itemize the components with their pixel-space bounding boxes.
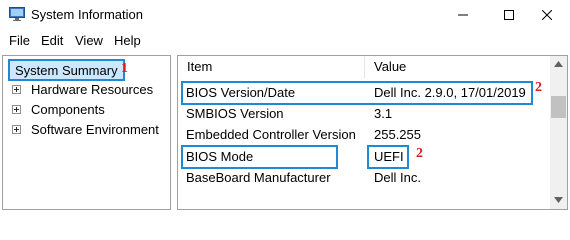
annotation-number: 2 xyxy=(416,146,423,161)
minimize-button[interactable] xyxy=(440,0,486,30)
column-header-value[interactable]: Value xyxy=(365,56,549,78)
value-cell: Dell Inc. xyxy=(374,170,421,185)
title-bar: System Information xyxy=(0,0,570,30)
chevron-up-icon xyxy=(554,61,563,67)
tree-item-label: Software Environment xyxy=(31,122,159,137)
highlight-bios-mode-label xyxy=(181,145,338,169)
minimize-icon xyxy=(458,14,468,16)
monitor-icon xyxy=(9,7,25,21)
table-row[interactable]: Embedded Controller Version 255.255 xyxy=(178,125,549,146)
table-row[interactable]: SMBIOS Version 3.1 xyxy=(178,104,549,125)
column-header-item[interactable]: Item xyxy=(178,56,365,78)
item-cell: Embedded Controller Version xyxy=(186,127,356,142)
category-tree: System Summary Hardware Resources Compon… xyxy=(2,55,171,210)
tree-item-system-summary[interactable]: System Summary xyxy=(8,59,125,81)
chevron-down-icon xyxy=(554,197,563,203)
annotation-number: 2 xyxy=(535,80,542,95)
scroll-up-button[interactable] xyxy=(550,56,567,73)
window-title: System Information xyxy=(31,7,143,22)
menu-help[interactable]: Help xyxy=(114,33,141,48)
annotation-number: 1 xyxy=(121,61,128,76)
menu-file[interactable]: File xyxy=(9,33,30,48)
value-cell: 255.255 xyxy=(374,127,421,142)
expand-icon[interactable] xyxy=(12,125,21,134)
scroll-thumb[interactable] xyxy=(551,96,566,118)
close-icon xyxy=(542,10,552,20)
menu-bar: File Edit View Help xyxy=(0,30,570,52)
tree-item-label: Components xyxy=(31,102,105,117)
item-cell: BaseBoard Manufacturer xyxy=(186,170,331,185)
highlight-bios-mode-value xyxy=(367,145,409,169)
scroll-down-button[interactable] xyxy=(550,192,567,209)
expand-icon[interactable] xyxy=(12,105,21,114)
vertical-scrollbar[interactable] xyxy=(550,56,567,209)
maximize-icon xyxy=(504,10,514,20)
table-row[interactable]: BaseBoard Manufacturer Dell Inc. xyxy=(178,168,549,189)
expand-icon[interactable] xyxy=(12,85,21,94)
close-button[interactable] xyxy=(524,0,570,30)
details-list: Item Value BIOS Version/Date Dell Inc. 2… xyxy=(177,55,568,210)
item-cell: SMBIOS Version xyxy=(186,106,284,121)
value-cell: 3.1 xyxy=(374,106,393,121)
highlight-bios-version-row xyxy=(181,81,533,105)
menu-edit[interactable]: Edit xyxy=(41,33,63,48)
menu-view[interactable]: View xyxy=(75,33,103,48)
tree-item-label: Hardware Resources xyxy=(31,82,154,97)
